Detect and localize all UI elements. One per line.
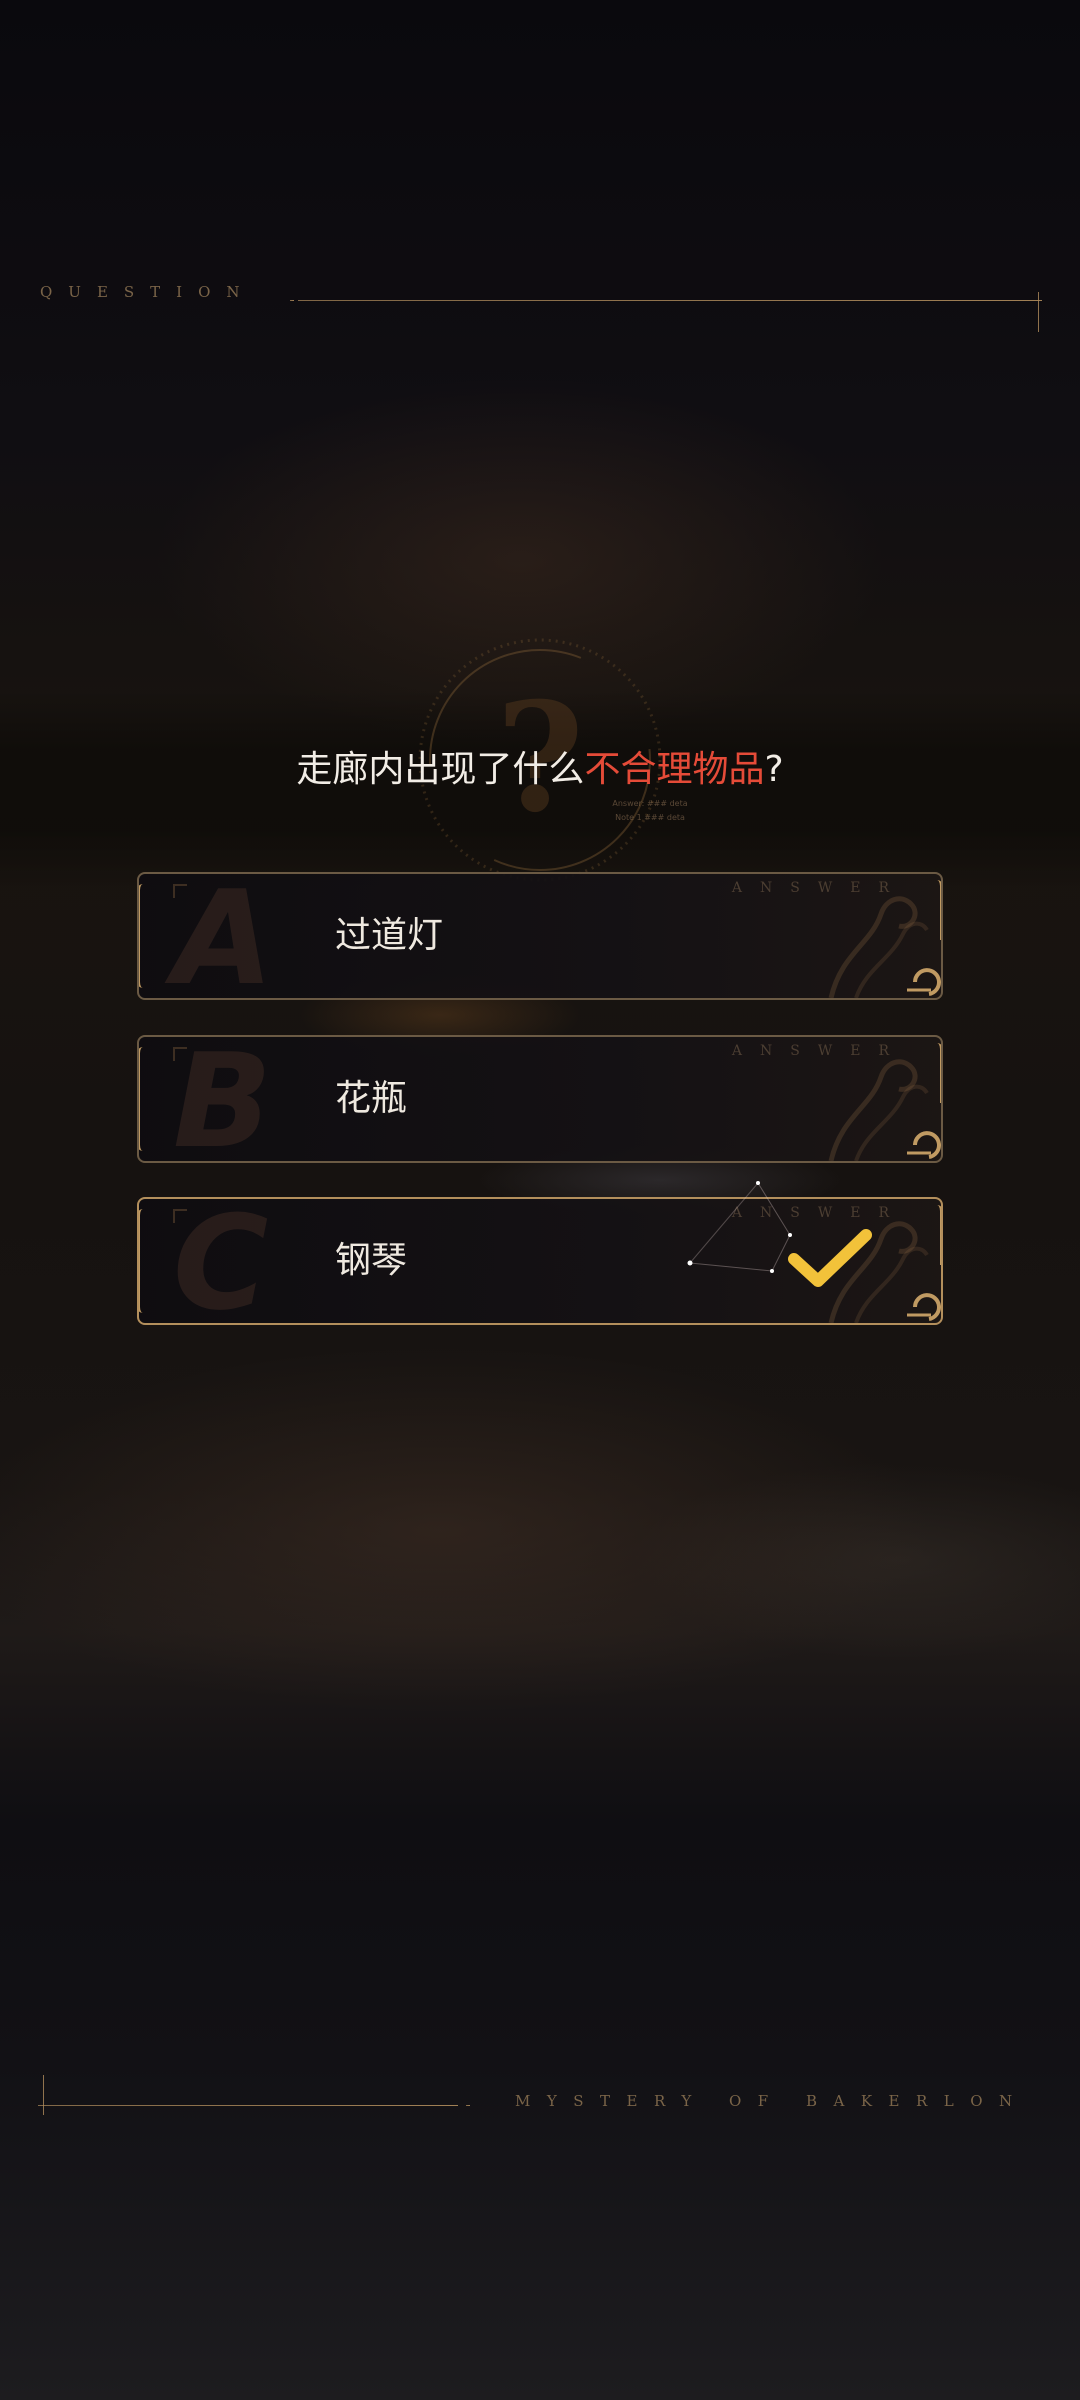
card-edge-left bbox=[139, 1209, 150, 1313]
question-prefix: 走廊内出现了什么 bbox=[296, 749, 585, 790]
card-edge-left bbox=[139, 1047, 150, 1151]
answer-option-a[interactable]: A ANSWER 过道灯 bbox=[137, 872, 943, 1000]
emblem-small-text-1: Answer: ### deta bbox=[612, 799, 687, 808]
question-highlight: 不合理物品 bbox=[584, 749, 765, 790]
footer-divider-line bbox=[38, 2105, 458, 2106]
header-divider-line bbox=[298, 300, 1042, 301]
check-icon bbox=[788, 1229, 872, 1287]
footer-divider-tick bbox=[43, 2075, 44, 2115]
filigree-ornament-icon bbox=[828, 896, 941, 998]
answer-letter: C bbox=[173, 1197, 269, 1325]
footer-label: MYSTERY OF BAKERLON bbox=[515, 2092, 1029, 2110]
footer-divider-dot bbox=[466, 2105, 470, 2106]
answer-letter: B bbox=[173, 1035, 273, 1163]
header-divider-dot bbox=[290, 300, 294, 301]
answer-text: 过道灯 bbox=[335, 915, 444, 956]
header-divider-tick bbox=[1038, 292, 1039, 332]
answer-text: 钢琴 bbox=[335, 1240, 408, 1281]
card-edge-left bbox=[139, 884, 150, 988]
question-text: 走廊内出现了什么不合理物品? bbox=[0, 740, 1080, 792]
filigree-ornament-icon bbox=[828, 1059, 941, 1161]
answer-option-b[interactable]: B ANSWER 花瓶 bbox=[137, 1035, 943, 1163]
answer-letter: A bbox=[173, 872, 274, 1000]
game-screen: QUESTION ? Answer: ### deta Note 1 ### d… bbox=[0, 0, 1080, 2400]
question-suffix: ? bbox=[764, 749, 784, 790]
header-label: QUESTION bbox=[40, 283, 256, 301]
constellation-sparkle bbox=[687, 1181, 792, 1273]
emblem-small-text-2: Note 1 ### deta bbox=[615, 813, 685, 822]
answer-text: 花瓶 bbox=[335, 1078, 408, 1119]
